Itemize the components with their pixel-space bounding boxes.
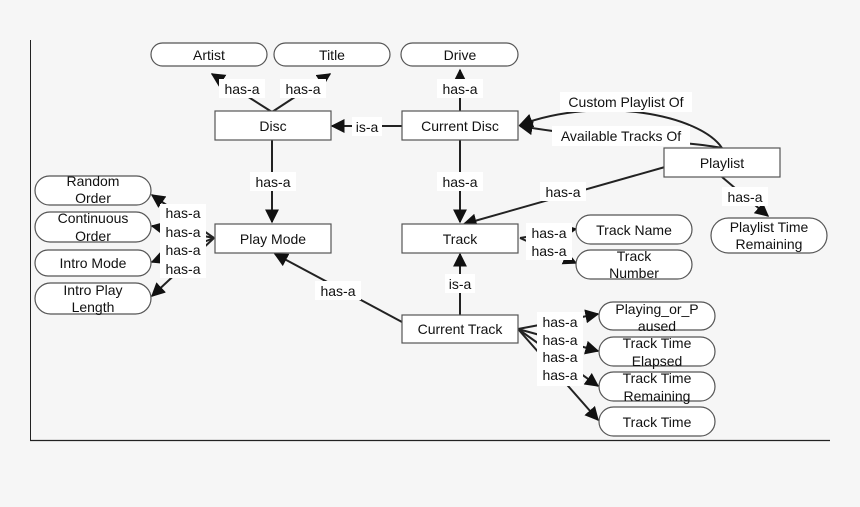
svg-text:Playlist: Playlist	[700, 155, 744, 171]
node-artist: Artist	[150, 42, 268, 67]
node-drive: Drive	[400, 42, 519, 67]
edge-label-track-group: has-a has-a	[526, 223, 572, 260]
node-playing-or-paused: Playing_or_P aused	[598, 301, 716, 334]
svg-text:has-a: has-a	[727, 189, 762, 205]
svg-text:is-a: is-a	[449, 276, 472, 292]
edge-label-disc-playmode: has-a	[250, 172, 296, 191]
svg-text:has-a: has-a	[442, 174, 477, 190]
svg-text:Current Disc: Current Disc	[421, 118, 499, 134]
svg-text:has-a: has-a	[531, 243, 566, 259]
concept-diagram: has-a has-a has-a is-a Custom Playlist O…	[30, 40, 830, 442]
node-track-time: Track Time	[598, 406, 716, 437]
edge-label-custom-playlist-of: Custom Playlist Of	[560, 92, 692, 112]
edge-label-playlist-track: has-a	[540, 182, 586, 201]
edge-label-available-tracks-of: Available Tracks Of	[552, 126, 690, 146]
svg-text:Artist: Artist	[193, 47, 225, 63]
node-current-track: Current Track	[401, 314, 519, 344]
svg-text:has-a: has-a	[165, 261, 200, 277]
svg-text:has-a: has-a	[285, 81, 320, 97]
svg-text:has-a: has-a	[255, 174, 290, 190]
svg-text:Remaining: Remaining	[624, 388, 691, 404]
svg-text:Number: Number	[609, 265, 659, 281]
node-intro-mode: Intro Mode	[34, 249, 152, 277]
node-title: Title	[273, 42, 391, 67]
svg-text:has-a: has-a	[442, 81, 477, 97]
svg-text:Track Name: Track Name	[596, 222, 672, 238]
svg-text:Custom Playlist Of: Custom Playlist Of	[568, 94, 683, 110]
svg-text:Drive: Drive	[444, 47, 477, 63]
svg-text:Available Tracks Of: Available Tracks Of	[561, 128, 681, 144]
svg-text:Continuous: Continuous	[58, 210, 129, 226]
node-intro-play-length: Intro Play Length	[34, 282, 152, 315]
svg-text:Intro Mode: Intro Mode	[60, 255, 127, 271]
svg-text:has-a: has-a	[165, 205, 200, 221]
svg-text:has-a: has-a	[165, 242, 200, 258]
edge-label-currenttrack-group: has-a has-a has-a has-a	[537, 312, 583, 386]
node-playlist-time-remaining: Playlist Time Remaining	[710, 217, 828, 254]
svg-text:has-a: has-a	[542, 349, 577, 365]
svg-text:Track Time: Track Time	[623, 335, 692, 351]
edge-label-disc-title: has-a	[280, 79, 326, 98]
svg-text:has-a: has-a	[542, 314, 577, 330]
node-playlist: Playlist	[663, 147, 781, 178]
svg-text:Length: Length	[72, 299, 115, 315]
svg-text:has-a: has-a	[531, 225, 566, 241]
svg-text:has-a: has-a	[542, 332, 577, 348]
node-track-time-remaining: Track Time Remaining	[598, 370, 716, 404]
edge-label-currenttrack-playmode: has-a	[315, 281, 361, 300]
edge-label-currentdisc-disc: is-a	[352, 117, 382, 136]
edge-label-disc-artist: has-a	[219, 79, 265, 98]
svg-text:has-a: has-a	[165, 224, 200, 240]
edge-label-currentdisc-drive: has-a	[437, 79, 483, 98]
svg-text:Order: Order	[75, 228, 111, 244]
node-track: Track	[401, 223, 519, 254]
svg-text:Current Track: Current Track	[418, 321, 504, 337]
node-track-name: Track Name	[575, 214, 693, 245]
node-disc: Disc	[214, 110, 332, 141]
svg-text:Order: Order	[75, 190, 111, 206]
node-random-order: Random Order	[34, 173, 152, 206]
svg-text:has-a: has-a	[224, 81, 259, 97]
node-track-number: Track Number	[575, 248, 693, 281]
svg-text:Remaining: Remaining	[736, 236, 803, 252]
svg-text:has-a: has-a	[542, 367, 577, 383]
svg-text:Random: Random	[67, 173, 120, 189]
svg-text:Play Mode: Play Mode	[240, 231, 306, 247]
svg-text:aused: aused	[638, 318, 676, 334]
svg-text:has-a: has-a	[320, 283, 355, 299]
svg-text:Disc: Disc	[259, 118, 286, 134]
svg-text:Intro Play: Intro Play	[63, 282, 122, 298]
edge-label-currentdisc-track: has-a	[437, 172, 483, 191]
edge-label-playlist-ptr: has-a	[722, 187, 768, 206]
node-play-mode: Play Mode	[214, 223, 332, 254]
svg-text:Track: Track	[617, 248, 652, 264]
node-continuous-order: Continuous Order	[34, 210, 152, 244]
svg-text:has-a: has-a	[545, 184, 580, 200]
node-current-disc: Current Disc	[401, 110, 519, 141]
node-track-time-elapsed: Track Time Elapsed	[598, 335, 716, 369]
svg-text:Track Time: Track Time	[623, 414, 692, 430]
svg-text:Elapsed: Elapsed	[632, 353, 683, 369]
edge-label-currenttrack-track: is-a	[445, 274, 475, 293]
svg-text:Track: Track	[443, 231, 478, 247]
svg-text:Track Time: Track Time	[623, 370, 692, 386]
edge-label-playmode-group: has-a has-a has-a has-a	[160, 204, 206, 278]
svg-text:is-a: is-a	[356, 119, 379, 135]
svg-text:Title: Title	[319, 47, 345, 63]
svg-text:Playlist Time: Playlist Time	[730, 219, 809, 235]
svg-text:Playing_or_P: Playing_or_P	[615, 301, 698, 317]
